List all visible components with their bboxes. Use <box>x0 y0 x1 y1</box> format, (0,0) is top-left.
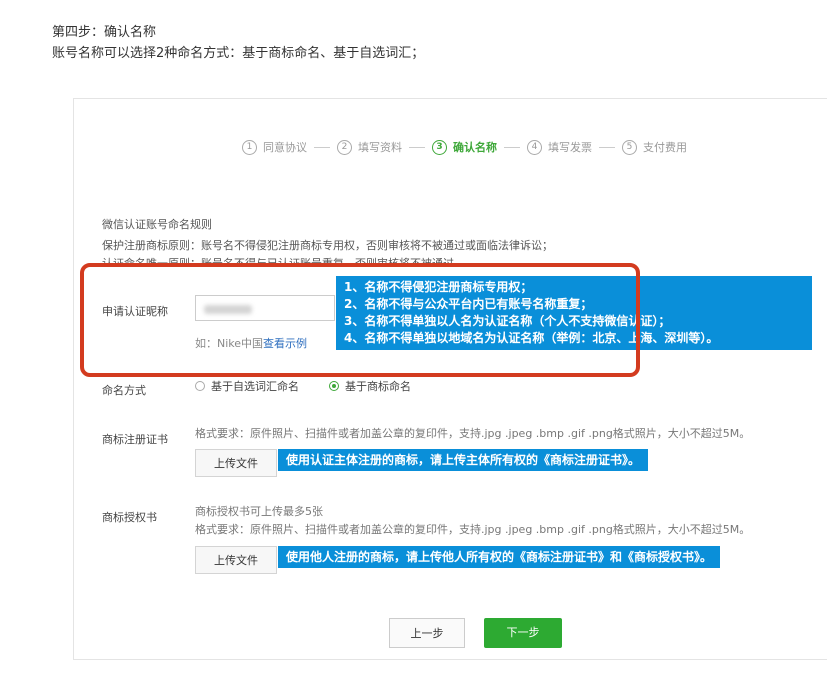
prev-step-button[interactable]: 上一步 <box>389 618 465 648</box>
step-number: 3 <box>432 139 447 155</box>
radio-trademark[interactable] <box>329 381 339 391</box>
step-divider <box>314 146 330 148</box>
highlight-frame <box>80 263 640 377</box>
step-fill-info: 2 填写资料 <box>337 139 402 155</box>
step-agree: 1 同意协议 <box>242 139 307 155</box>
step-number: 5 <box>622 139 637 155</box>
step-payment: 5 支付费用 <box>622 139 687 155</box>
step-label: 确认名称 <box>453 141 497 154</box>
step-divider <box>409 146 425 148</box>
step-label: 支付费用 <box>643 141 687 154</box>
naming-method-label: 命名方式 <box>102 384 146 397</box>
trademark-auth-label: 商标授权书 <box>102 511 157 524</box>
step-invoice: 4 填写发票 <box>527 139 592 155</box>
step-label: 填写发票 <box>548 141 592 154</box>
upload-trademark-cert-button[interactable]: 上传文件 <box>195 449 277 477</box>
radio-trademark-label: 基于商标命名 <box>345 380 411 393</box>
next-step-button[interactable]: 下一步 <box>484 618 562 648</box>
step-number: 2 <box>337 139 352 155</box>
trademark-cert-hint: 格式要求：原件照片、扫描件或者加盖公章的复印件，支持.jpg .jpeg .bm… <box>195 427 751 440</box>
progress-steps: 1 同意协议 2 填写资料 3 确认名称 4 填写发票 5 支付费用 <box>242 139 687 155</box>
trademark-cert-callout: 使用认证主体注册的商标，请上传主体所有权的《商标注册证书》。 <box>278 449 649 471</box>
naming-rule-trademark: 保护注册商标原则：账号名不得侵犯注册商标专用权，否则审核将不被通过或面临法律诉讼… <box>102 239 553 252</box>
step-number: 4 <box>527 139 542 155</box>
step-number: 1 <box>242 139 257 155</box>
step-description: 账号名称可以选择2种命名方式：基于商标命名、基于自选词汇； <box>52 46 425 61</box>
step-divider <box>504 146 520 148</box>
naming-rule-unique: 认证命名唯一原则：账号名不得与已认证账号重复，否则审核将不被通过 <box>102 254 454 263</box>
trademark-auth-callout: 使用他人注册的商标，请上传他人所有权的《商标注册证书》和《商标授权书》。 <box>278 546 721 568</box>
upload-trademark-auth-button[interactable]: 上传文件 <box>195 546 277 574</box>
step-label: 填写资料 <box>358 141 402 154</box>
trademark-auth-hint-format: 格式要求：原件照片、扫描件或者加盖公章的复印件，支持.jpg .jpeg .bm… <box>195 523 751 536</box>
step-title: 第四步：确认名称 <box>52 25 157 40</box>
naming-method-options: 基于自选词汇命名 基于商标命名 <box>195 378 411 394</box>
step-confirm-name: 3 确认名称 <box>432 139 497 155</box>
radio-custom-words[interactable] <box>195 381 205 391</box>
step-divider <box>599 146 615 148</box>
trademark-cert-label: 商标注册证书 <box>102 433 168 446</box>
trademark-auth-hint-count: 商标授权书可上传最多5张 <box>195 505 323 518</box>
radio-custom-words-label: 基于自选词汇命名 <box>211 380 299 393</box>
step-label: 同意协议 <box>263 141 307 154</box>
intro-text: 第四步：确认名称 账号名称可以选择2种命名方式：基于商标命名、基于自选词汇； <box>52 22 424 64</box>
naming-rules-title: 微信认证账号命名规则 <box>102 218 212 231</box>
certification-form: 1 同意协议 2 填写资料 3 确认名称 4 填写发票 5 支付费用 微信认证账… <box>73 98 827 660</box>
